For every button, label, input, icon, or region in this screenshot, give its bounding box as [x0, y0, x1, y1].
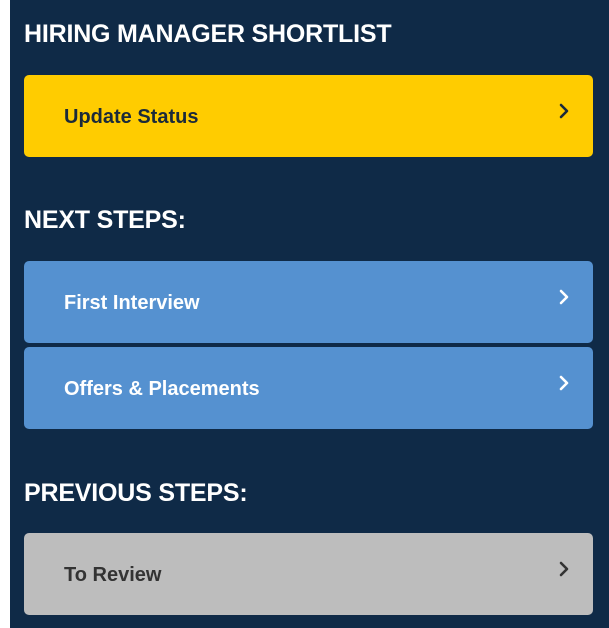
update-status-button[interactable]: Update Status: [24, 75, 593, 157]
to-review-label: To Review: [64, 564, 162, 586]
to-review-button[interactable]: To Review: [24, 533, 593, 615]
first-interview-label: First Interview: [64, 292, 200, 314]
first-interview-button[interactable]: First Interview: [24, 261, 593, 343]
update-status-label: Update Status: [64, 106, 199, 128]
next-steps-heading: NEXT STEPS:: [24, 206, 186, 234]
chevron-right-icon: [559, 375, 569, 391]
chevron-right-icon: [559, 289, 569, 305]
panel-title: HIRING MANAGER SHORTLIST: [24, 20, 392, 48]
hiring-manager-shortlist-panel: HIRING MANAGER SHORTLIST Update Status N…: [10, 0, 609, 628]
chevron-right-icon: [559, 561, 569, 577]
chevron-right-icon: [559, 103, 569, 119]
offers-placements-button[interactable]: Offers & Placements: [24, 347, 593, 429]
offers-placements-label: Offers & Placements: [64, 378, 260, 400]
previous-steps-heading: PREVIOUS STEPS:: [24, 479, 248, 507]
